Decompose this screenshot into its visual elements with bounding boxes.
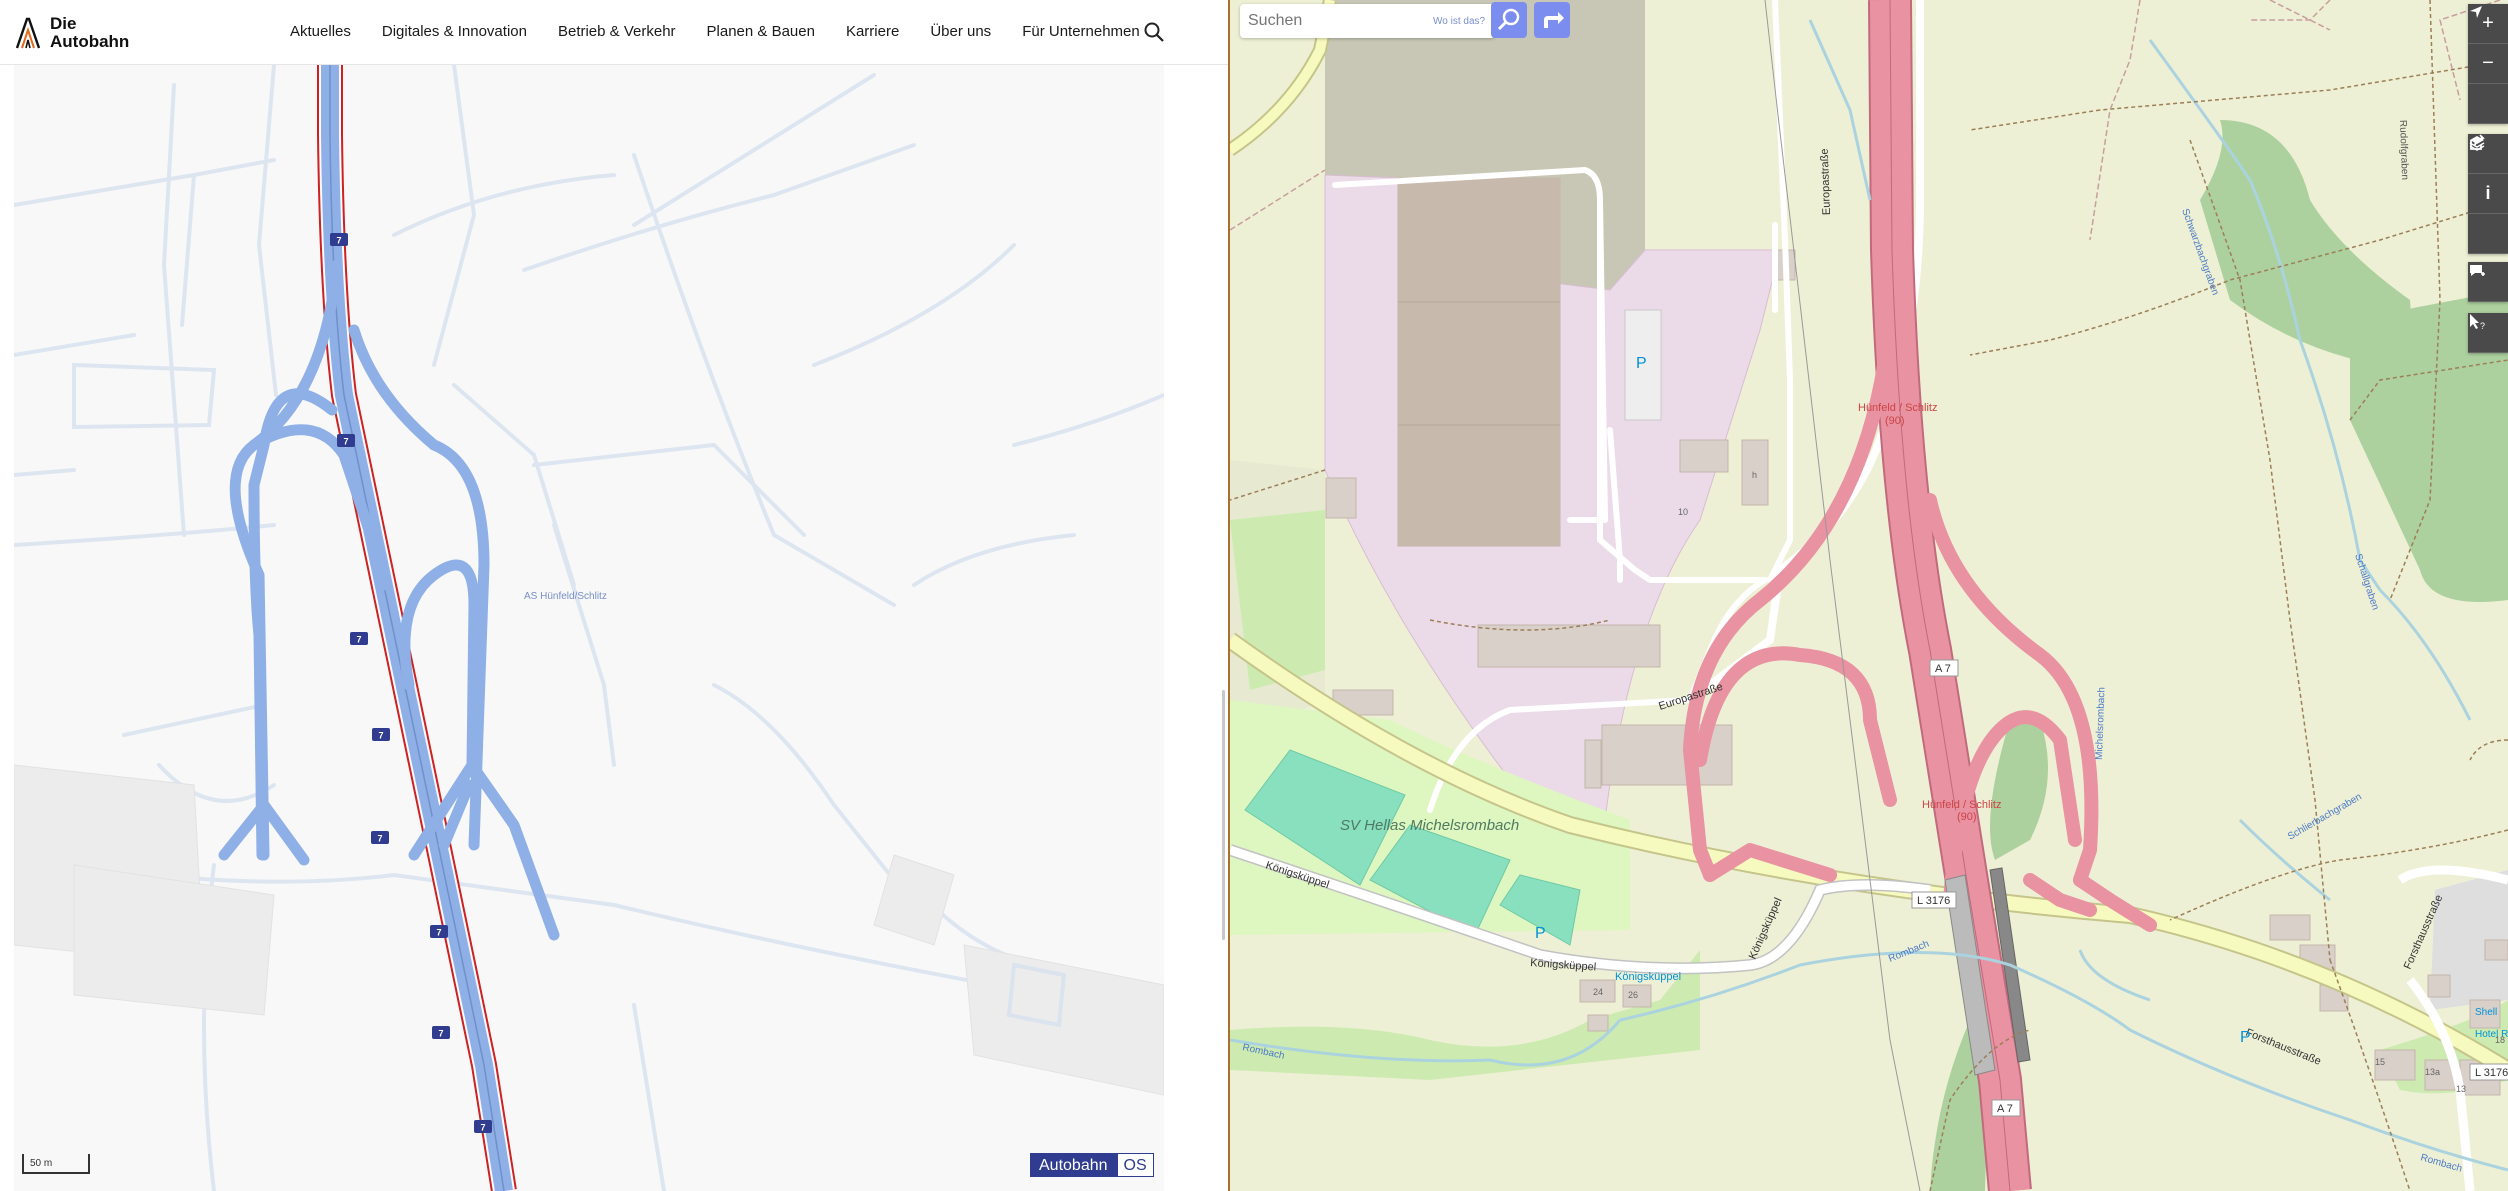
shield-a7: 7 bbox=[372, 728, 390, 741]
house-label-13a: 13a bbox=[2425, 1067, 2440, 1077]
shield-a7: 7 bbox=[432, 1026, 450, 1039]
locate-button[interactable] bbox=[2468, 6, 2508, 124]
l3176-shield-1: L 3176 bbox=[1917, 895, 1950, 907]
shield-a7: 7 bbox=[350, 632, 368, 645]
shield-label: 7 bbox=[343, 437, 348, 447]
location-arrow-icon bbox=[2470, 6, 2482, 18]
building-label-10: 10 bbox=[1678, 507, 1688, 517]
map-tool-controls: i bbox=[2468, 134, 2508, 254]
search-icon[interactable] bbox=[1143, 21, 1165, 43]
logo-wordmark: Die Autobahn bbox=[50, 15, 129, 51]
layer-os-button[interactable]: OS bbox=[1116, 1153, 1154, 1177]
shield-a7: 7 bbox=[371, 831, 389, 844]
a7-shield-1: A 7 bbox=[1935, 663, 1951, 675]
scale-bar: 50 m bbox=[22, 1154, 90, 1174]
parking-lot: P bbox=[1624, 309, 1662, 421]
background-buildings bbox=[14, 764, 1164, 1096]
a7-shield-2: A 7 bbox=[1997, 1103, 2013, 1115]
nav-fuer-unternehmen[interactable]: Für Unternehmen bbox=[1022, 23, 1140, 40]
autobahn-map-canvas[interactable]: 7 7 7 7 7 7 7 7 AS Hünfeld/Schlitz bbox=[14, 65, 1164, 1191]
house-label-26: 26 bbox=[1628, 990, 1638, 1000]
top-navigation: Die Autobahn Aktuelles Digitales & Innov… bbox=[0, 0, 1228, 65]
shield-label: 7 bbox=[356, 635, 361, 645]
zoom-controls: + − bbox=[2468, 4, 2508, 124]
building-label-h: h bbox=[1752, 470, 1757, 480]
search-go-button[interactable] bbox=[1491, 2, 1527, 38]
nav-ueber-uns[interactable]: Über uns bbox=[930, 23, 991, 40]
search-input[interactable] bbox=[1246, 8, 1430, 34]
koenigskueppel-poi-label: Königsküppel bbox=[1615, 971, 1681, 983]
logo-line-2: Autobahn bbox=[50, 32, 130, 51]
house-label-24: 24 bbox=[1593, 987, 1603, 997]
rudolfgraben-label: Rudolfgraben bbox=[2397, 120, 2410, 180]
house-label-15: 15 bbox=[2375, 1057, 2385, 1067]
shield-label: 7 bbox=[438, 1029, 443, 1039]
map-key-button[interactable]: i bbox=[2468, 174, 2508, 214]
query-control: ? bbox=[2468, 313, 2508, 353]
junction-label-1: Hünfeld / Schlitz bbox=[1858, 402, 1937, 414]
club-label: SV Hellas Michelsrombach bbox=[1340, 817, 1519, 834]
logo-line-1: Die bbox=[50, 14, 77, 33]
layer-autobahn-button[interactable]: Autobahn bbox=[1030, 1153, 1117, 1177]
shield-label: 7 bbox=[436, 928, 441, 938]
autobahn-logo-icon bbox=[15, 17, 41, 49]
query-cursor-icon: ? bbox=[2470, 314, 2485, 331]
shell-label: Shell bbox=[2475, 1007, 2497, 1018]
note-control bbox=[2468, 262, 2508, 302]
junction-label: AS Hünfeld/Schlitz bbox=[524, 591, 607, 602]
scale-label: 50 m bbox=[30, 1158, 53, 1169]
shield-label: 7 bbox=[377, 834, 382, 844]
die-autobahn-logo[interactable]: Die Autobahn bbox=[14, 14, 129, 52]
shield-label: 7 bbox=[378, 731, 383, 741]
query-features-button[interactable]: ? bbox=[2468, 313, 2508, 353]
junction-number-1: (90) bbox=[1885, 415, 1905, 427]
nav-karriere[interactable]: Karriere bbox=[846, 23, 899, 40]
share-icon bbox=[2470, 134, 2485, 150]
nav-digitales-innovation[interactable]: Digitales & Innovation bbox=[382, 23, 527, 40]
l3176-shield-2: L 3176 bbox=[2475, 1067, 2508, 1079]
add-note-button[interactable] bbox=[2468, 262, 2508, 302]
directions-button[interactable] bbox=[1534, 2, 1570, 38]
search-icon bbox=[1497, 8, 1520, 31]
shield-label: 7 bbox=[336, 236, 341, 246]
layer-toggle: Autobahn OS bbox=[1030, 1153, 1154, 1177]
directions-icon bbox=[1544, 12, 1564, 28]
shield-a7: 7 bbox=[474, 1120, 492, 1133]
nav-planen-bauen[interactable]: Planen & Bauen bbox=[707, 23, 815, 40]
osm-search-box: Wo ist das? bbox=[1240, 4, 1495, 38]
main-menu: Aktuelles Digitales & Innovation Betrieb… bbox=[290, 0, 1171, 62]
nav-aktuelles[interactable]: Aktuelles bbox=[290, 23, 351, 40]
junction-number-2: (90) bbox=[1957, 811, 1977, 823]
nav-betrieb-verkehr[interactable]: Betrieb & Verkehr bbox=[558, 23, 676, 40]
shield-a7: 7 bbox=[337, 434, 355, 447]
minus-icon: − bbox=[2482, 52, 2494, 74]
svg-text:?: ? bbox=[2480, 321, 2485, 331]
parking-label: P bbox=[1636, 355, 1647, 372]
what-is-here-link[interactable]: Wo ist das? bbox=[1433, 16, 1485, 27]
share-button[interactable] bbox=[2468, 134, 2508, 254]
parking-label-3: P bbox=[1535, 925, 1546, 942]
shield-label: 7 bbox=[480, 1123, 485, 1133]
parking-label-2: P bbox=[2240, 1029, 2251, 1046]
house-label-18: 18 bbox=[2495, 1035, 2505, 1045]
shield-a7: 7 bbox=[330, 233, 348, 246]
zoom-out-button[interactable]: − bbox=[2468, 44, 2508, 84]
shield-a7: 7 bbox=[430, 925, 448, 938]
note-icon bbox=[2470, 265, 2485, 276]
junction-label-2: Hünfeld / Schlitz bbox=[1922, 799, 2001, 811]
scrollbar[interactable] bbox=[1222, 690, 1225, 940]
house-label-13: 13 bbox=[2456, 1084, 2466, 1094]
info-icon: i bbox=[2485, 183, 2491, 203]
europastrasse-label-1: Europastraße bbox=[1819, 148, 1833, 215]
autobahn-map-panel: Die Autobahn Aktuelles Digitales & Innov… bbox=[0, 0, 1228, 1191]
osm-map-panel[interactable]: P Europastraße Europastraße Hünfeld / Sc… bbox=[1230, 0, 2508, 1191]
